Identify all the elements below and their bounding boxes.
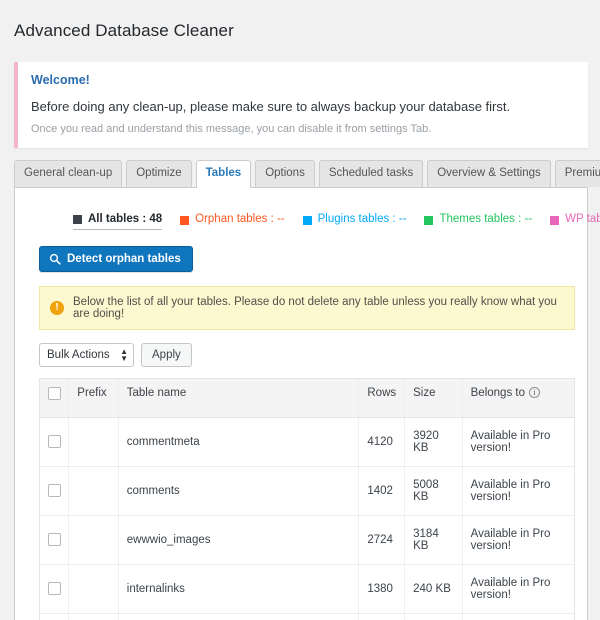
row-select-checkbox[interactable] [48, 582, 61, 595]
table-row: ewwwio_images27243184 KBAvailable in Pro… [40, 515, 574, 564]
table-row: internalinks1380240 KBAvailable in Pro v… [40, 564, 574, 613]
column-header-belongs-to[interactable]: Belongs to i [462, 379, 574, 417]
row-select-cell [40, 613, 69, 620]
cell-belongs-to: Available in Pro version! [462, 613, 574, 620]
filter-color-swatch [303, 216, 312, 225]
column-header-belongs-to-label: Belongs to [471, 387, 525, 399]
apply-button[interactable]: Apply [141, 343, 192, 367]
filter-label: Themes tables : -- [439, 214, 532, 226]
row-select-cell [40, 417, 69, 466]
tab-scheduled-tasks[interactable]: Scheduled tasks [319, 160, 423, 187]
table-row: commentmeta41203920 KBAvailable in Pro v… [40, 417, 574, 466]
info-icon[interactable]: i [529, 387, 540, 398]
row-select-checkbox[interactable] [48, 533, 61, 546]
page-title: Advanced Database Cleaner [0, 11, 600, 50]
welcome-message-secondary: Once you read and understand this messag… [31, 123, 576, 135]
cell-prefix [69, 613, 118, 620]
table-row: itsec_lockouts496 KBAvailable in Pro ver… [40, 613, 574, 620]
tables-panel: All tables : 48 Orphan tables : -- Plugins… [14, 187, 588, 620]
tables-list-table: Prefix Table name Rows Size Belongs toi … [40, 379, 574, 620]
exclamation-circle-icon: ! [50, 301, 64, 315]
filter-label: Orphan tables : -- [195, 214, 284, 226]
table-row: comments14025008 KBAvailable in Pro vers… [40, 466, 574, 515]
cell-prefix [69, 417, 118, 466]
filter-label: All tables : 48 [88, 214, 162, 226]
cell-rows: 1380 [359, 564, 405, 613]
tables-warning-text: Below the list of all your tables. Pleas… [73, 296, 564, 320]
table-type-filter-legend: All tables : 48 Orphan tables : -- Plugins… [73, 188, 587, 231]
tables-list-body: commentmeta41203920 KBAvailable in Pro v… [40, 417, 574, 620]
bulk-actions-row: Bulk Actions ▲▼ Apply [15, 330, 587, 367]
filter-label: WP tables : -- [565, 214, 600, 226]
cell-size: 96 KB [405, 613, 463, 620]
cell-rows: 2724 [359, 515, 405, 564]
column-header-rows[interactable]: Rows [359, 379, 405, 417]
cell-prefix [69, 466, 118, 515]
tables-warning-notice: ! Below the list of all your tables. Ple… [39, 286, 575, 330]
cell-rows: 4120 [359, 417, 405, 466]
tab-tables[interactable]: Tables [196, 160, 252, 188]
tab-options[interactable]: Options [255, 160, 315, 187]
cell-table-name: itsec_lockouts [118, 613, 359, 620]
detect-row: Detect orphan tables [15, 230, 587, 272]
row-select-cell [40, 515, 69, 564]
bulk-actions-select[interactable]: Bulk Actions [39, 343, 134, 367]
column-header-prefix[interactable]: Prefix [69, 379, 118, 417]
row-select-cell [40, 564, 69, 613]
filter-all-tables[interactable]: All tables : 48 [73, 214, 162, 231]
tables-list-head: Prefix Table name Rows Size Belongs to i [40, 379, 574, 417]
tab-general-clean-up[interactable]: General clean-up [14, 160, 122, 187]
filter-color-swatch [424, 216, 433, 225]
cell-belongs-to: Available in Pro version! [462, 417, 574, 466]
filter-wp-tables[interactable]: WP tables : -- [550, 214, 600, 230]
cell-prefix [69, 564, 118, 613]
column-header-table-name[interactable]: Table name [118, 379, 359, 417]
filter-orphan-tables[interactable]: Orphan tables : -- [180, 214, 284, 230]
row-select-checkbox[interactable] [48, 435, 61, 448]
tables-list-container: Prefix Table name Rows Size Belongs toi … [39, 378, 575, 620]
select-all-checkbox[interactable] [48, 387, 61, 400]
row-select-checkbox[interactable] [48, 484, 61, 497]
filter-color-swatch [550, 216, 559, 225]
cell-belongs-to: Available in Pro version! [462, 466, 574, 515]
tab-premium[interactable]: Premium [555, 160, 600, 187]
cell-table-name: commentmeta [118, 417, 359, 466]
filter-themes-tables[interactable]: Themes tables : -- [424, 214, 532, 230]
welcome-notice: Welcome! Before doing any clean-up, plea… [14, 62, 588, 148]
cell-table-name: internalinks [118, 564, 359, 613]
cell-size: 5008 KB [405, 466, 463, 515]
table-header-row: Prefix Table name Rows Size Belongs to i [40, 379, 574, 417]
filter-color-swatch [180, 216, 189, 225]
cell-table-name: ewwwio_images [118, 515, 359, 564]
cell-belongs-to: Available in Pro version! [462, 515, 574, 564]
tab-optimize[interactable]: Optimize [126, 160, 191, 187]
cell-belongs-to: Available in Pro version! [462, 564, 574, 613]
filter-color-swatch [73, 215, 82, 224]
cell-size: 3184 KB [405, 515, 463, 564]
cell-prefix [69, 515, 118, 564]
cell-size: 3920 KB [405, 417, 463, 466]
cell-size: 240 KB [405, 564, 463, 613]
detect-orphan-tables-button[interactable]: Detect orphan tables [39, 246, 193, 272]
row-select-cell [40, 466, 69, 515]
column-header-size[interactable]: Size [405, 379, 463, 417]
detect-orphan-tables-label: Detect orphan tables [67, 253, 181, 265]
filter-label: Plugins tables : -- [318, 214, 407, 226]
welcome-message-primary: Before doing any clean-up, please make s… [31, 99, 576, 114]
tab-overview-settings[interactable]: Overview & Settings [427, 160, 551, 187]
select-all-header [40, 379, 69, 417]
cell-table-name: comments [118, 466, 359, 515]
filter-plugins-tables[interactable]: Plugins tables : -- [303, 214, 407, 230]
cell-rows: 1402 [359, 466, 405, 515]
welcome-title: Welcome! [31, 73, 576, 87]
cell-rows: 4 [359, 613, 405, 620]
tab-bar: General clean-upOptimizeTablesOptionsSch… [14, 161, 600, 187]
search-icon [49, 253, 67, 265]
